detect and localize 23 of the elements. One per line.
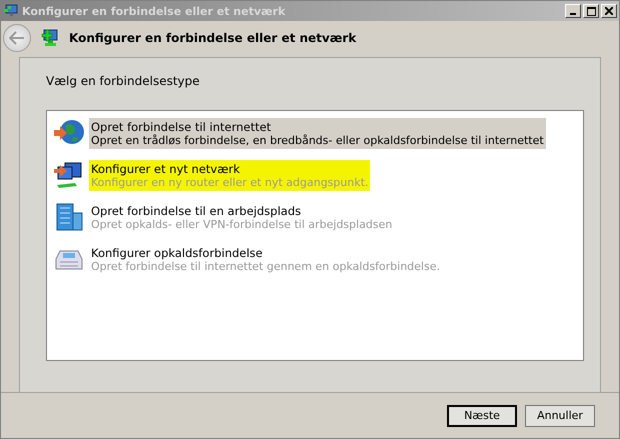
page-title: Konfigurer en forbindelse eller et netværk — [69, 31, 356, 45]
close-icon — [605, 7, 613, 15]
option-title: Konfigurer et nyt netværk — [91, 162, 241, 176]
prompt-text: Vælg en forbindelsestype — [46, 74, 201, 88]
dialog-button[interactable]: Annuller — [525, 404, 595, 426]
network-icon — [3, 3, 19, 19]
maximize-button[interactable] — [583, 4, 599, 18]
option-title: Konfigurer opkaldsforbindelse — [91, 246, 264, 260]
option-title: Opret forbindelse til internettet — [91, 120, 272, 134]
maximize-icon — [586, 6, 596, 16]
window-title: Konfigurer en forbindelse eller et netværk — [22, 4, 286, 18]
network-icon — [41, 28, 59, 48]
connection-option[interactable]: Konfigurer opkaldsforbindelse Opret forbindelse til internettet gennem en opkaldsforbindelse. — [53, 243, 442, 275]
option-description: Opret opkalds- eller VPN-forbindelse til arbejdspladsen — [91, 218, 392, 230]
minimize-button[interactable] — [565, 4, 581, 18]
option-description: Konfigurer en ny router eller et nyt adgangspunkt. — [91, 176, 368, 188]
option-title: Opret forbindelse til en arbejdsplads — [91, 204, 302, 218]
close-button[interactable] — [601, 4, 617, 18]
back-arrow-icon — [9, 31, 25, 45]
dialog-button[interactable]: Næste — [447, 404, 517, 426]
connection-option[interactable]: Opret forbindelse til en arbejdsplads Opret opkalds- eller VPN-forbindelse til arbejdspladsen — [53, 201, 394, 233]
option-description: Opret forbindelse til internettet gennem en opkaldsforbindelse. — [91, 260, 440, 272]
option-description: Opret en trådløs forbindelse, en bredbånds- eller opkaldsforbindelse til internettet — [91, 134, 544, 146]
